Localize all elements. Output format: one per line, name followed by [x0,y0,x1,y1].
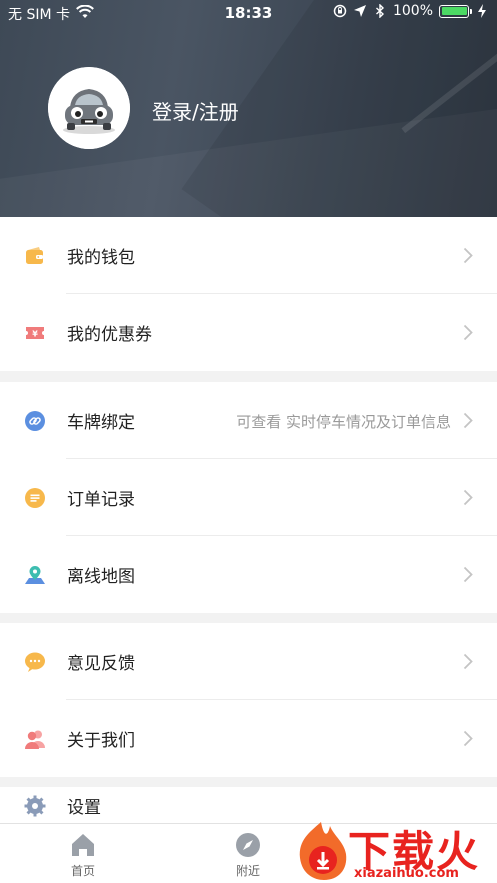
login-register-link[interactable]: 登录/注册 [152,96,239,125]
bluetooth-icon [375,4,384,18]
link-icon [25,411,45,431]
status-bar: 无 SIM 卡 18:33 100% [0,0,497,26]
map-pin-icon [25,566,45,584]
home-icon [72,834,94,856]
watermark-url: xiazaihuo.com [354,866,459,881]
chat-bubble-icon [25,652,45,672]
chevron-right-icon [463,412,473,429]
watermark-logo: 下载火 xiazaihuo.com [290,818,497,883]
menu-item-about-us[interactable]: 关于我们 [0,700,497,777]
profile-header: 无 SIM 卡 18:33 100% 登录/注册 [0,0,497,217]
order-list-icon [25,488,45,508]
car-mascot-icon [48,67,130,149]
people-icon [25,730,45,749]
tab-label: 首页 [70,864,95,878]
flame-logo-icon [299,822,347,880]
charging-bolt-icon [478,4,486,18]
chevron-right-icon [463,653,473,670]
tab-home[interactable]: 首页 [43,824,123,883]
battery-percent: 100% [392,3,433,19]
coupon-icon: ¥ [26,327,44,339]
menu-item-offline-map[interactable]: 离线地图 [0,536,497,613]
menu-item-feedback[interactable]: 意见反馈 [0,623,497,700]
menu-group-parking: 车牌绑定 可查看 实时停车情况及订单信息 订单记录 离线地图 [0,382,497,613]
chevron-right-icon [463,730,473,747]
svg-text:¥: ¥ [32,330,38,339]
tab-nearby[interactable]: 附近 [208,824,288,883]
location-arrow-icon [353,5,366,17]
battery-icon [439,4,472,18]
chevron-right-icon [463,247,473,264]
orientation-lock-icon [333,4,347,18]
menu-item-label: 设置 [67,798,101,818]
menu-item-label: 我的优惠券 [67,325,152,345]
menu-item-coupons[interactable]: ¥ 我的优惠券 [0,294,497,371]
menu-item-label: 我的钱包 [67,248,135,268]
menu-item-label: 意见反馈 [67,654,135,674]
chevron-right-icon [463,324,473,341]
chevron-right-icon [463,566,473,583]
menu-item-plate-binding[interactable]: 车牌绑定 可查看 实时停车情况及订单信息 [0,382,497,459]
chevron-right-icon [463,489,473,506]
plate-binding-hint: 可查看 实时停车情况及订单信息 [236,413,451,431]
menu-item-label: 离线地图 [67,567,135,587]
avatar[interactable] [48,67,130,149]
menu-group-support: 意见反馈 关于我们 [0,623,497,777]
tab-label: 附近 [235,864,260,878]
menu-item-wallet[interactable]: 我的钱包 [0,217,497,294]
gear-icon [24,795,46,817]
compass-icon [236,833,260,857]
menu-item-order-records[interactable]: 订单记录 [0,459,497,536]
menu-item-label: 订单记录 [67,490,135,510]
menu-item-label: 车牌绑定 [67,413,135,433]
menu-group-account: 我的钱包 ¥ 我的优惠券 [0,217,497,371]
menu-item-label: 关于我们 [67,731,135,751]
wallet-icon [26,247,43,264]
